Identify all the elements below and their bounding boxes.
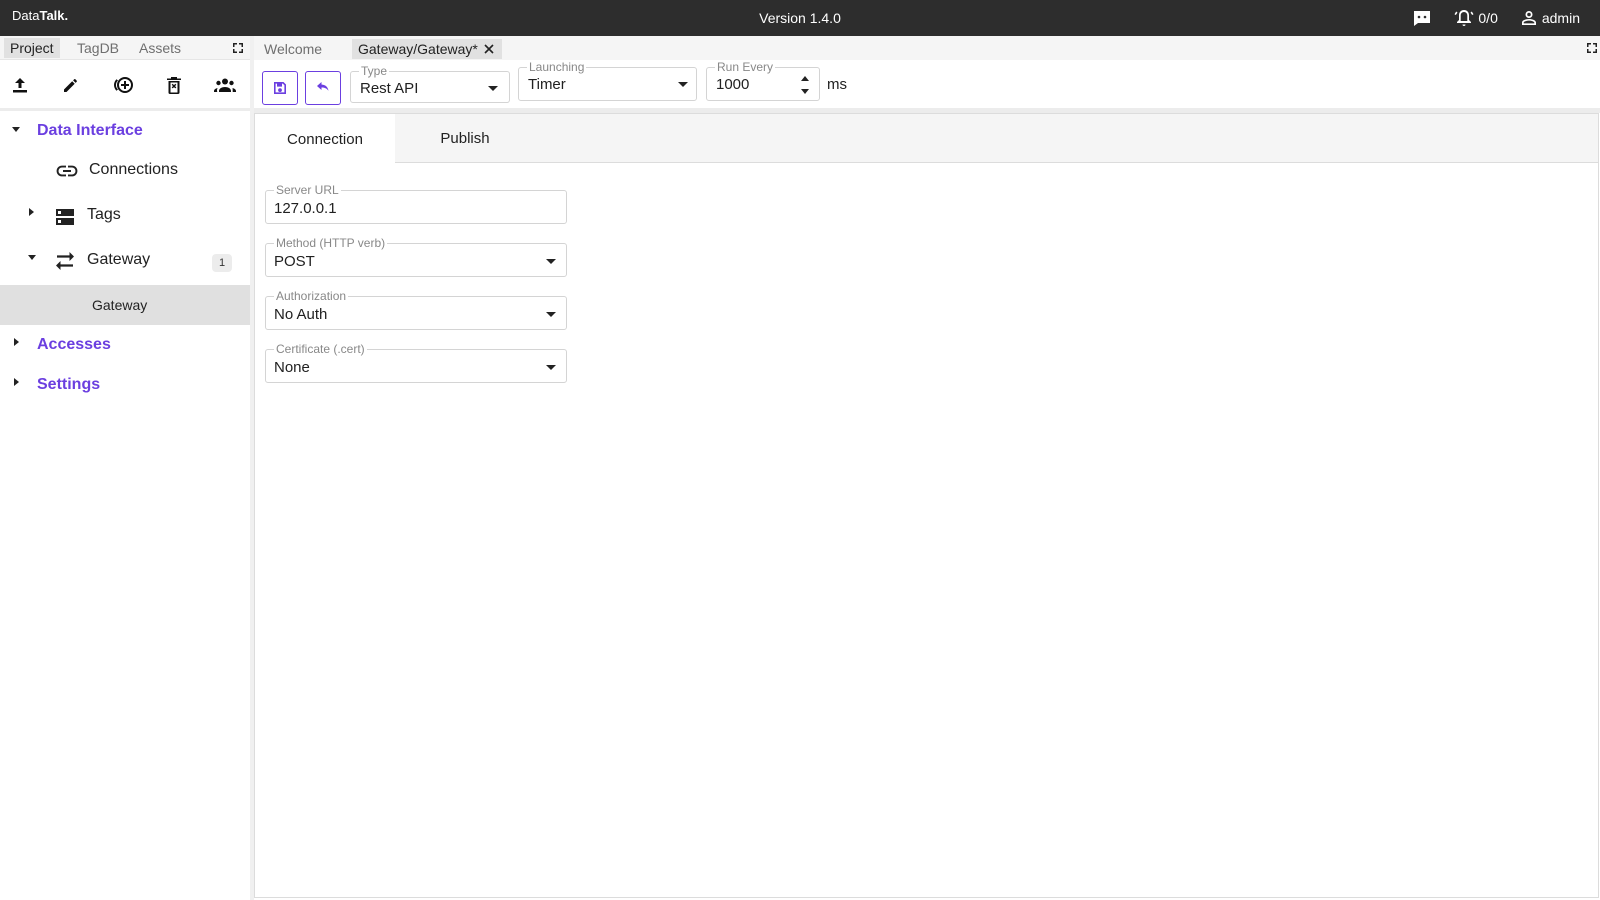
save-icon	[274, 82, 286, 94]
delete-button[interactable]	[162, 73, 186, 97]
tab-publish[interactable]: Publish	[395, 114, 535, 163]
type-value: Rest API	[360, 80, 419, 97]
method-select[interactable]: Method (HTTP verb) POST	[265, 236, 567, 277]
caret-down-icon[interactable]	[12, 127, 20, 132]
tree-label-data-interface: Data Interface	[37, 122, 143, 139]
tree-label-gateway-child: Gateway	[92, 297, 148, 313]
expand-editor-icon[interactable]	[1586, 42, 1598, 54]
certificate-value: None	[274, 359, 310, 376]
certificate-select[interactable]: Certificate (.cert) None	[265, 342, 567, 383]
add-circle-icon	[114, 77, 133, 93]
project-tree: Data Interface Connections Tags Gateway …	[0, 111, 250, 900]
tab-welcome[interactable]: Welcome	[258, 39, 328, 59]
type-label: Type	[359, 64, 390, 78]
caret-right-icon[interactable]	[29, 208, 34, 216]
tab-project[interactable]: Project	[4, 38, 60, 58]
add-button[interactable]	[111, 73, 135, 97]
tree-label-settings: Settings	[37, 376, 101, 393]
launching-select[interactable]: Launching Timer	[518, 60, 697, 101]
authorization-value: No Auth	[274, 306, 328, 323]
link-icon	[56, 165, 78, 177]
authorization-select[interactable]: Authorization No Auth	[265, 289, 567, 330]
chevron-down-icon[interactable]	[546, 259, 556, 264]
tab-tagdb[interactable]: TagDB	[71, 38, 125, 58]
top-bar-actions: 0/0 admin	[1412, 8, 1580, 28]
expand-panel-icon[interactable]	[232, 42, 244, 54]
users-button[interactable]	[213, 73, 237, 97]
edit-button[interactable]	[59, 73, 83, 97]
user-menu[interactable]: admin	[1520, 9, 1580, 27]
caret-down-icon[interactable]	[28, 255, 36, 260]
run-every-input[interactable]: Run Every 1000	[706, 60, 820, 101]
tree-item-tags[interactable]: Tags	[0, 196, 250, 236]
user-icon	[1521, 11, 1536, 25]
users-icon	[214, 78, 236, 92]
alarm-bell-icon	[1454, 10, 1474, 26]
project-toolbar	[0, 60, 250, 110]
editor-toolbar: Type Rest API Launching Timer Run Every …	[254, 60, 1600, 110]
brand-prefix: Data	[12, 8, 40, 23]
tree-group-accesses[interactable]: Accesses	[0, 326, 250, 366]
username: admin	[1541, 10, 1580, 26]
tab-gateway-label: Gateway/Gateway*	[358, 41, 478, 57]
undo-icon	[317, 82, 329, 91]
tree-label-tags: Tags	[87, 206, 121, 223]
save-button[interactable]	[262, 71, 298, 105]
connection-editor: Connection Publish Server URL 127.0.0.1 …	[254, 113, 1599, 898]
tree-item-gateway[interactable]: Gateway 1	[0, 241, 250, 281]
tree-label-accesses: Accesses	[37, 336, 111, 353]
run-every-label: Run Every	[715, 60, 776, 74]
tree-label-connections: Connections	[89, 161, 178, 178]
increment-icon[interactable]	[801, 76, 809, 81]
delete-icon	[167, 77, 181, 94]
tree-label-gateway: Gateway	[87, 251, 151, 268]
tree-group-settings[interactable]: Settings	[0, 366, 250, 406]
edit-icon	[64, 79, 77, 92]
storage-icon	[56, 209, 74, 225]
swap-arrows-icon	[56, 252, 74, 270]
chevron-down-icon[interactable]	[546, 365, 556, 370]
gateway-count-badge: 1	[212, 254, 232, 272]
left-panel-tabs: Project TagDB Assets	[0, 36, 250, 60]
tab-assets[interactable]: Assets	[133, 38, 187, 58]
launching-label: Launching	[527, 60, 587, 74]
server-url-value: 127.0.0.1	[274, 200, 337, 217]
tab-connection[interactable]: Connection	[255, 114, 395, 164]
app-logo: DataTalk.	[12, 8, 68, 23]
chevron-down-icon[interactable]	[678, 82, 688, 87]
authorization-label: Authorization	[274, 289, 349, 303]
editor-tabs: Welcome Gateway/Gateway*	[254, 36, 1600, 60]
alarms-count: 0/0	[1478, 10, 1498, 26]
chat-button[interactable]	[1412, 9, 1432, 27]
version-label: Version 1.4.0	[759, 10, 841, 26]
tab-gateway[interactable]: Gateway/Gateway*	[352, 39, 502, 59]
top-bar: DataTalk. Version 1.4.0 0/0 admin	[0, 0, 1600, 36]
alarms-button[interactable]: 0/0	[1454, 8, 1498, 28]
upload-icon	[13, 78, 27, 93]
method-label: Method (HTTP verb)	[274, 236, 388, 250]
undo-button[interactable]	[305, 71, 341, 105]
run-every-value: 1000	[716, 76, 750, 93]
tree-group-data-interface[interactable]: Data Interface	[0, 111, 250, 151]
chevron-down-icon[interactable]	[488, 86, 498, 91]
chat-icon	[1414, 11, 1431, 26]
launching-value: Timer	[528, 76, 566, 93]
caret-right-icon[interactable]	[14, 338, 19, 346]
certificate-label: Certificate (.cert)	[274, 342, 367, 356]
type-select[interactable]: Type Rest API	[350, 64, 510, 103]
tree-item-gateway-child[interactable]: Gateway	[0, 285, 250, 325]
server-url-label: Server URL	[274, 183, 341, 197]
tree-item-connections[interactable]: Connections	[0, 151, 250, 191]
caret-right-icon[interactable]	[14, 378, 19, 386]
chevron-down-icon[interactable]	[546, 312, 556, 317]
run-every-unit: ms	[827, 76, 847, 93]
brand-bold: Talk.	[39, 8, 69, 23]
upload-button[interactable]	[8, 73, 32, 97]
close-icon[interactable]	[482, 42, 496, 56]
method-value: POST	[274, 253, 315, 270]
server-url-field[interactable]: Server URL 127.0.0.1	[265, 183, 567, 224]
content-tabs: Connection Publish	[255, 114, 1598, 164]
decrement-icon[interactable]	[801, 89, 809, 94]
